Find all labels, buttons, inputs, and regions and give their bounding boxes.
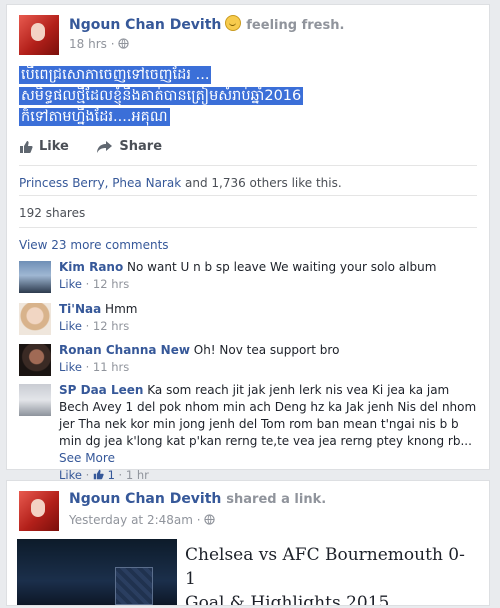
smiley-icon	[225, 15, 242, 31]
comment-like-button[interactable]: Like	[59, 319, 82, 333]
commenter-avatar[interactable]	[19, 344, 51, 376]
author-avatar[interactable]	[19, 491, 59, 531]
divider	[19, 195, 477, 196]
commenter-name[interactable]: Kim Rano	[59, 260, 123, 274]
post-actions: Like Share	[19, 139, 186, 158]
post-text-line: បើពេជ្រសោភាចេញទៅចេញដែរ ...	[19, 66, 212, 84]
comment-time[interactable]: 11 hrs	[93, 360, 129, 374]
author-name[interactable]: Ngoun Chan Devith	[69, 491, 221, 507]
likes-summary: Princess Berry, Phea Narak and 1,736 oth…	[19, 176, 342, 190]
author-avatar[interactable]	[19, 15, 59, 55]
share-label: Share	[119, 139, 163, 154]
author-name[interactable]: Ngoun Chan Devith	[69, 17, 221, 33]
commenter-avatar[interactable]	[19, 384, 51, 416]
post-meta: 18 hrs ·	[69, 37, 130, 51]
globe-icon	[204, 513, 216, 527]
post-header: Ngoun Chan Devith shared a link.	[69, 491, 326, 507]
share-action-text: shared a link.	[226, 492, 327, 507]
commenter-name[interactable]: Ti'Naa	[59, 302, 101, 316]
comment-text: Hmm	[105, 302, 138, 316]
commenter-name[interactable]: Ronan Channa New	[59, 343, 190, 357]
view-more-comments[interactable]: View 23 more comments	[19, 238, 169, 252]
post-card: Ngoun Chan Devith shared a link. Yesterd…	[6, 480, 490, 606]
post-time[interactable]: 18 hrs	[69, 37, 107, 51]
thumbs-up-icon	[20, 140, 33, 153]
comment-text: Oh! Nov tea support bro	[193, 343, 340, 357]
divider	[19, 227, 477, 228]
post-text-line: សមិទ្ធផលថ្មីដែលខ្ញុំនឹងគាត់បានត្រៀមសំរាប…	[19, 87, 304, 105]
commenter-name[interactable]: SP Daa Leen	[59, 383, 143, 397]
likes-rest: and 1,736 others like this.	[181, 176, 342, 190]
comment-like-button[interactable]: Like	[59, 277, 82, 291]
link-title-line: Chelsea vs AFC Bournemouth 0-1	[185, 545, 465, 589]
link-thumbnail[interactable]	[17, 539, 177, 605]
divider	[19, 165, 477, 166]
post-header: Ngoun Chan Devith feeling fresh.	[69, 15, 344, 33]
post-meta: Yesterday at 2:48am ·	[69, 513, 216, 527]
comment-like-button[interactable]: Like	[59, 360, 82, 374]
comment-time[interactable]: 12 hrs	[93, 319, 129, 333]
post-card: Ngoun Chan Devith feeling fresh. 18 hrs …	[6, 4, 490, 482]
like-button[interactable]: Like	[19, 139, 69, 154]
link-title[interactable]: Chelsea vs AFC Bournemouth 0-1 Goal & Hi…	[185, 543, 475, 606]
shares-count[interactable]: 192 shares	[19, 206, 85, 220]
like-label: Like	[39, 139, 69, 154]
share-arrow-icon	[97, 140, 113, 153]
comment-text: No want U n b sp leave We waiting your s…	[127, 260, 437, 274]
share-button[interactable]: Share	[97, 139, 162, 154]
link-title-line: Goal & Highlights 2015	[185, 593, 390, 606]
commenter-avatar[interactable]	[19, 261, 51, 293]
likes-names-link[interactable]: Princess Berry, Phea Narak	[19, 176, 181, 190]
post-time[interactable]: Yesterday at 2:48am	[69, 513, 193, 527]
feeling-text: feeling fresh.	[246, 18, 345, 33]
post-text-line: ក៏ទៅតាមហ្នឹងដែរ....អគុណ	[19, 108, 170, 126]
comment-time[interactable]: 12 hrs	[93, 277, 129, 291]
see-more-link[interactable]: See More	[59, 451, 115, 465]
post-text: បើពេជ្រសោភាចេញទៅចេញដែរ ... សមិទ្ធផលថ្មីដ…	[19, 65, 349, 128]
thumbs-up-icon	[93, 469, 104, 480]
globe-icon	[118, 37, 130, 51]
commenter-avatar[interactable]	[19, 303, 51, 335]
